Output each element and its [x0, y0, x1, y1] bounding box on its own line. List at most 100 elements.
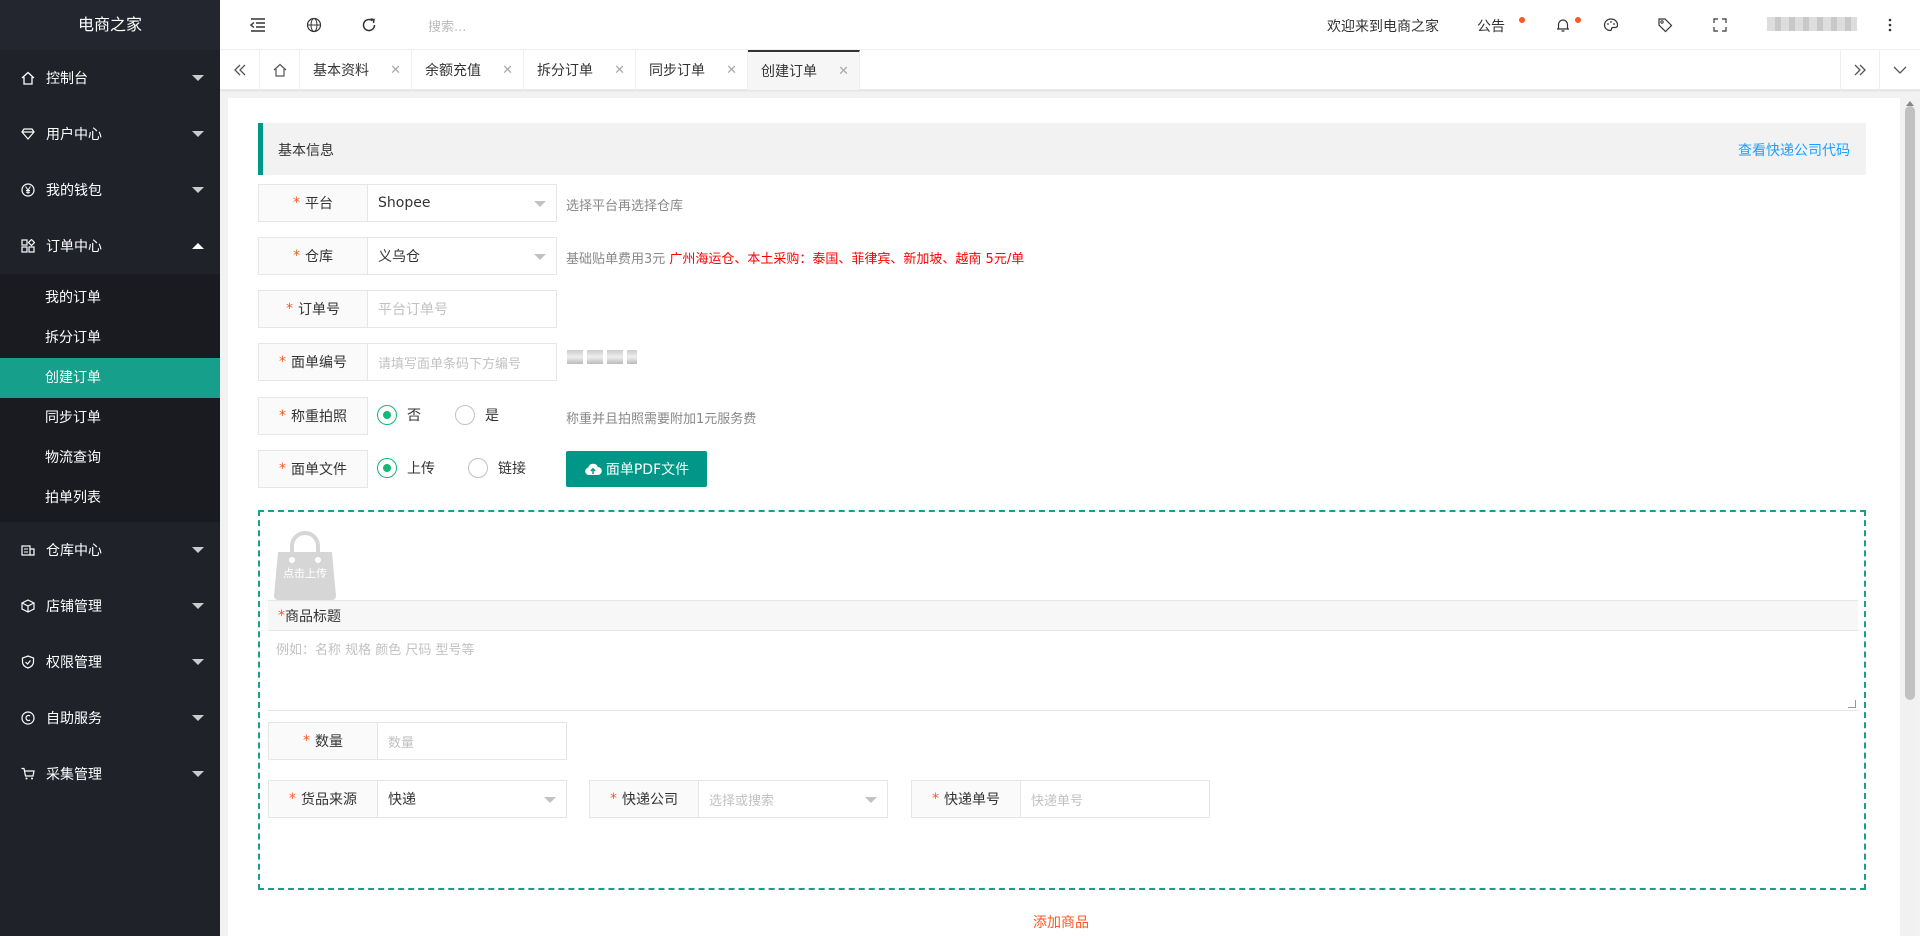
box-icon	[20, 598, 36, 614]
required-mark: *	[278, 607, 285, 624]
tabs-scroll-right-icon[interactable]	[1840, 50, 1880, 90]
waybill-file-upload-radio[interactable]: 上传	[377, 458, 435, 478]
sidebar-item-label: 采集管理	[46, 767, 102, 783]
globe-icon[interactable]	[304, 15, 324, 35]
notice-link[interactable]: 公告	[1477, 16, 1505, 36]
tab-basic-info[interactable]: 基本资料 ✕	[300, 50, 412, 90]
caret-down-icon	[534, 254, 546, 260]
tab-split-order[interactable]: 拆分订单 ✕	[524, 50, 636, 90]
order-no-input[interactable]: 平台订单号	[367, 290, 557, 328]
sidebar-item-console[interactable]: 控制台	[0, 50, 220, 106]
goods-item-box: 点击上传 * 商品标题 例如：名称 规格 颜色 尺码 型号等 * 数量 数量 *…	[258, 510, 1866, 890]
close-icon[interactable]: ✕	[726, 63, 737, 78]
sidebar-item-order-center[interactable]: 订单中心	[0, 218, 220, 274]
quantity-label: * 数量	[268, 722, 378, 760]
required-mark: *	[279, 354, 286, 370]
courier-company-select[interactable]: 选择或搜索	[698, 780, 888, 818]
page-scrollbar[interactable]	[1902, 100, 1918, 936]
weigh-photo-yes-radio[interactable]: 是	[455, 405, 499, 425]
sidebar-subitem-split-order[interactable]: 拆分订单	[0, 318, 220, 358]
sidebar-item-warehouse[interactable]: 仓库中心	[0, 522, 220, 578]
goods-title-textarea[interactable]: 例如：名称 规格 颜色 尺码 型号等	[268, 631, 1858, 711]
weigh-photo-hint: 称重并且拍照需要附加1元服务费	[566, 412, 757, 427]
search-input[interactable]: 搜索...	[428, 16, 466, 35]
sidebar-subitem-photo-orders[interactable]: 拍单列表	[0, 478, 220, 518]
sidebar-subitem-create-order[interactable]: 创建订单	[0, 358, 220, 398]
refresh-icon[interactable]	[359, 15, 379, 35]
warehouse-select[interactable]: 义乌仓	[367, 237, 557, 275]
caret-down-icon	[544, 797, 556, 803]
warehouse-label-text: 仓库	[305, 249, 333, 265]
platform-label-text: 平台	[305, 196, 333, 212]
goods-source-select[interactable]: 快递	[377, 780, 567, 818]
upload-text: 点击上传	[283, 567, 327, 580]
goods-title-label-text: 商品标题	[285, 608, 341, 625]
courier-code-link[interactable]: 查看快递公司代码	[1738, 140, 1850, 160]
service-icon	[20, 710, 36, 726]
tab-create-order[interactable]: 创建订单 ✕	[748, 50, 860, 90]
waybill-file-link-radio[interactable]: 链接	[468, 458, 526, 478]
close-icon[interactable]: ✕	[502, 63, 513, 78]
close-icon[interactable]: ✕	[390, 63, 401, 78]
tab-sync-order[interactable]: 同步订单 ✕	[636, 50, 748, 90]
page-tabs: 基本资料 ✕ 余额充值 ✕ 拆分订单 ✕ 同步订单 ✕ 创建订单 ✕	[220, 50, 1920, 90]
sidebar-item-label: 控制台	[46, 71, 88, 87]
close-icon[interactable]: ✕	[838, 64, 849, 79]
tab-label: 拆分订单	[537, 63, 593, 79]
tab-recharge[interactable]: 余额充值 ✕	[412, 50, 524, 90]
sidebar-item-label: 订单中心	[46, 239, 102, 255]
tab-label: 创建订单	[761, 64, 817, 80]
goods-title-placeholder: 例如：名称 规格 颜色 尺码 型号等	[276, 643, 475, 658]
sidebar-item-label: 用户中心	[46, 127, 102, 143]
example-thumb	[567, 350, 583, 364]
add-goods-button[interactable]: 添加商品	[1033, 912, 1089, 932]
home-tab-icon[interactable]	[260, 50, 300, 90]
sidebar-subitem-logistics[interactable]: 物流查询	[0, 438, 220, 478]
courier-company-label-text: 快递公司	[622, 792, 678, 808]
image-upload[interactable]: 点击上传	[270, 530, 340, 600]
sidebar-item-shop[interactable]: 店铺管理	[0, 578, 220, 634]
platform-select-value: Shopee	[378, 195, 431, 211]
user-avatar-name[interactable]	[1767, 17, 1857, 31]
tag-icon[interactable]	[1655, 15, 1675, 35]
radio-label: 链接	[498, 461, 526, 477]
scrollbar-thumb[interactable]	[1905, 106, 1915, 700]
warehouse-hint-fee: 基础贴单费用3元	[566, 252, 666, 267]
quantity-label-text: 数量	[315, 734, 343, 750]
bell-icon[interactable]	[1553, 15, 1573, 35]
tracking-no-input[interactable]: 快递单号	[1020, 780, 1210, 818]
radio-label: 上传	[407, 461, 435, 477]
upload-pdf-button[interactable]: 面单PDF文件	[566, 451, 707, 487]
weigh-photo-label-text: 称重拍照	[291, 409, 347, 425]
sidebar-item-wallet[interactable]: 我的钱包	[0, 162, 220, 218]
more-vertical-icon[interactable]	[1880, 15, 1900, 35]
fullscreen-icon[interactable]	[1710, 15, 1730, 35]
goods-source-value: 快递	[388, 792, 416, 808]
chevron-down-icon	[192, 659, 204, 665]
chevron-down-icon	[192, 131, 204, 137]
sidebar-item-permission[interactable]: 权限管理	[0, 634, 220, 690]
theme-icon[interactable]	[1601, 15, 1621, 35]
sidebar-item-collection[interactable]: 采集管理	[0, 746, 220, 802]
tabs-menu-chevron-down-icon[interactable]	[1880, 50, 1920, 90]
waybill-file-label: * 面单文件	[258, 450, 368, 488]
tab-label: 同步订单	[649, 63, 705, 79]
menu-fold-icon[interactable]	[248, 15, 268, 35]
weigh-photo-no-radio[interactable]: 否	[377, 405, 421, 425]
sidebar-item-label: 仓库中心	[46, 543, 102, 559]
sidebar-item-user-center[interactable]: 用户中心	[0, 106, 220, 162]
chevron-down-icon	[192, 603, 204, 609]
sidebar-subitem-my-orders[interactable]: 我的订单	[0, 278, 220, 318]
close-icon[interactable]: ✕	[614, 63, 625, 78]
platform-select[interactable]: Shopee	[367, 184, 557, 222]
quantity-input[interactable]: 数量	[377, 722, 567, 760]
required-mark: *	[932, 791, 939, 807]
warehouse-select-value: 义乌仓	[378, 249, 420, 265]
resize-handle-icon[interactable]	[1848, 700, 1856, 708]
top-header: 搜索... 欢迎来到电商之家 公告	[220, 0, 1920, 50]
waybill-no-input[interactable]: 请填写面单条码下方编号	[367, 343, 557, 381]
sidebar-item-self-service[interactable]: 自助服务	[0, 690, 220, 746]
waybill-example-image[interactable]	[567, 350, 637, 364]
sidebar-subitem-sync-order[interactable]: 同步订单	[0, 398, 220, 438]
tabs-scroll-left-icon[interactable]	[220, 50, 260, 90]
